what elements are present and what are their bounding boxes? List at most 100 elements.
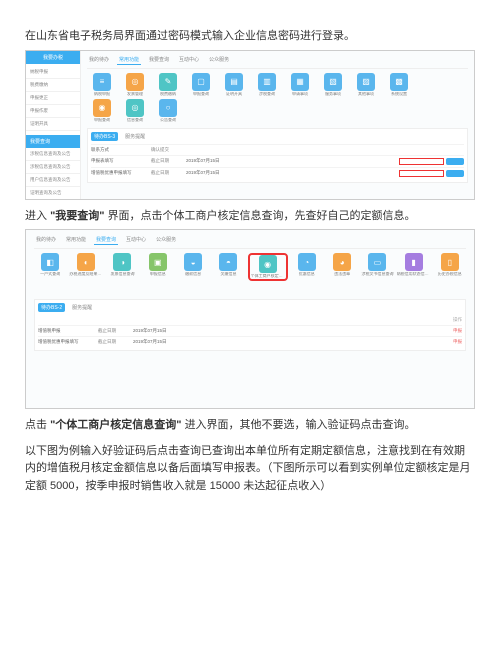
- app-icon-glyph: ◐: [77, 253, 95, 271]
- tab[interactable]: 我的待办: [87, 55, 111, 65]
- app-icon-glyph: ▤: [225, 73, 243, 91]
- tab[interactable]: 我的待办: [34, 235, 58, 245]
- app-icon[interactable]: ◕违法违章: [326, 253, 358, 280]
- sidebar-item[interactable]: 申报更正: [26, 92, 80, 105]
- app-icon[interactable]: ◉个体工商户核定信息查询: [251, 255, 285, 278]
- app-icon-label: 涉税查询: [252, 92, 282, 96]
- tab[interactable]: 常用功能: [64, 235, 88, 245]
- app-icon-label: 缴款信息: [177, 272, 209, 276]
- sidebar-group-header[interactable]: 我要查询: [26, 135, 80, 148]
- app-icon[interactable]: ◒缴款信息: [177, 253, 209, 280]
- app-icon[interactable]: ◧一户式查询: [34, 253, 66, 280]
- intro-2: 进入 "我要查询" 界面，点击个体工商户核定信息查询，先查好自己的定额信息。: [25, 208, 475, 226]
- action-link[interactable]: 申报: [453, 339, 462, 345]
- outro-1: 点击 "个体工商户核定信息查询" 进入界面，其他不要选，输入验证码点击查询。: [25, 417, 475, 435]
- tab[interactable]: 我要查询: [147, 55, 171, 65]
- app-icon[interactable]: ◓欠缴信息: [212, 253, 244, 280]
- app-icon-glyph: ◒: [184, 253, 202, 271]
- app-icon[interactable]: ◎信息查询: [120, 99, 150, 122]
- panel-tab-remind-2[interactable]: 服务提醒: [69, 303, 95, 312]
- app-icon-label: 纳税信用状态信息查询: [397, 272, 431, 276]
- app-icon-glyph: ▣: [149, 253, 167, 271]
- app-icon-label: 申报查询: [186, 92, 216, 96]
- sidebar-top-button[interactable]: 我要办税: [26, 51, 80, 64]
- app-icon[interactable]: ▯历史办税信息: [434, 253, 466, 280]
- app-icon-label: 发票信息查询: [106, 272, 138, 276]
- panel-tab-todo-2[interactable]: 待办BS-2: [38, 303, 65, 312]
- screenshot-2: 我的待办常用功能我要查询互动中心公众服务 ◧一户式查询◐办税进度及结果信息查询◑…: [25, 229, 475, 409]
- app-icon[interactable]: ▤证明开具: [219, 73, 249, 96]
- app-icon-label: 证明开具: [219, 92, 249, 96]
- app-icon-glyph: ◎: [126, 99, 144, 117]
- app-icon-glyph: ◔: [298, 253, 316, 271]
- app-icon[interactable]: ◔优惠信息: [291, 253, 323, 280]
- app-icon-label: 公告查询: [153, 118, 183, 122]
- app-icon-glyph: ▩: [390, 73, 408, 91]
- app-icon-glyph: ◉: [259, 255, 277, 273]
- sidebar-item[interactable]: 证明开具: [26, 118, 80, 131]
- sidebar: 我要办税 纳税申报税费缴纳申报更正申报作废证明开具 我要查询 涉税信息查询及公告…: [26, 51, 81, 199]
- app-icon[interactable]: ▣申报信息: [142, 253, 174, 280]
- tab[interactable]: 常用功能: [117, 55, 141, 65]
- main-panel: 我的待办常用功能我要查询互动中心公众服务 ≡纳税申报◎发票管理✎税费缴纳▢申报查…: [81, 51, 474, 199]
- app-icon[interactable]: ▨其他事项: [351, 73, 381, 96]
- outro-2: 以下图为例输入好验证码后点击查询已查询出本单位所有定期定额信息，注意找到在有效期…: [25, 443, 475, 496]
- app-icon[interactable]: ≡纳税申报: [87, 73, 117, 96]
- app-icon[interactable]: ▢申报查询: [186, 73, 216, 96]
- app-icon-glyph: ▭: [368, 253, 386, 271]
- app-icon-label: 申报查询: [87, 118, 117, 122]
- app-icon-label: 其他事项: [351, 92, 381, 96]
- app-icon-glyph: ◎: [126, 73, 144, 91]
- app-icon[interactable]: ▦申请事项: [285, 73, 315, 96]
- action-button[interactable]: [446, 170, 464, 177]
- sidebar-sub-item[interactable]: 涉税信息查询及公告: [26, 148, 80, 161]
- sidebar-item[interactable]: 税费缴纳: [26, 79, 80, 92]
- app-icon-label: 历史办税信息: [434, 272, 466, 276]
- app-icon-label: 欠缴信息: [212, 272, 244, 276]
- app-icon[interactable]: ▭涉税文书信息查询: [361, 253, 393, 280]
- sidebar-item[interactable]: 申报作废: [26, 105, 80, 118]
- sidebar-item[interactable]: 纳税申报: [26, 66, 80, 79]
- app-icon[interactable]: ◑发票信息查询: [106, 253, 138, 280]
- app-icon[interactable]: ◉申报查询: [87, 99, 117, 122]
- app-icon-glyph: ◕: [333, 253, 351, 271]
- app-icon[interactable]: ▮纳税信用状态信息查询: [397, 253, 431, 280]
- tab[interactable]: 互动中心: [177, 55, 201, 65]
- tab[interactable]: 公众服务: [154, 235, 178, 245]
- app-icon-label: 申请事项: [285, 92, 315, 96]
- app-icon-label: 申报信息: [142, 272, 174, 276]
- app-icon-glyph: ▮: [405, 253, 423, 271]
- app-icon[interactable]: ✎税费缴纳: [153, 73, 183, 96]
- panel-tab-todo[interactable]: 待办BS-3: [91, 132, 118, 141]
- panel-tab-remind[interactable]: 服务提醒: [122, 132, 148, 141]
- action-button[interactable]: [446, 158, 464, 165]
- app-icon-glyph: ▦: [291, 73, 309, 91]
- tab[interactable]: 公众服务: [207, 55, 231, 65]
- app-icon-label: 涉税文书信息查询: [361, 272, 393, 276]
- app-icon-label: 服务事项: [318, 92, 348, 96]
- app-icon-glyph: ▥: [258, 73, 276, 91]
- app-icon[interactable]: ▩系统设置: [384, 73, 414, 96]
- info-row: 联系方式确认提交: [91, 144, 464, 155]
- highlight-box: ◉个体工商户核定信息查询: [248, 253, 288, 280]
- app-icon-glyph: ✎: [159, 73, 177, 91]
- sidebar-sub-item[interactable]: 证明查询及公告: [26, 187, 80, 200]
- app-icon[interactable]: ◐办税进度及结果信息查询: [69, 253, 103, 280]
- tab[interactable]: 互动中心: [124, 235, 148, 245]
- app-icon[interactable]: ▥涉税查询: [252, 73, 282, 96]
- app-icon-label: 系统设置: [384, 92, 414, 96]
- app-icon-glyph: ▢: [192, 73, 210, 91]
- app-icon-label: 办税进度及结果信息查询: [69, 272, 103, 276]
- app-icon[interactable]: ◎发票管理: [120, 73, 150, 96]
- screenshot-1: 我要办税 纳税申报税费缴纳申报更正申报作废证明开具 我要查询 涉税信息查询及公告…: [25, 50, 475, 200]
- app-icon-glyph: ○: [159, 99, 177, 117]
- app-icon[interactable]: ○公告查询: [153, 99, 183, 122]
- app-icon[interactable]: ▧服务事项: [318, 73, 348, 96]
- action-link[interactable]: 申报: [453, 328, 462, 334]
- sidebar-sub-item[interactable]: 涉税信息查询及公告: [26, 161, 80, 174]
- status-box: [399, 158, 444, 165]
- info-row: 增值税优惠申报填写截止日期2019年07月15日申报: [38, 336, 462, 347]
- sidebar-sub-item[interactable]: 用户信息查询及公告: [26, 174, 80, 187]
- app-icon-label: 纳税申报: [87, 92, 117, 96]
- tab[interactable]: 我要查询: [94, 235, 118, 245]
